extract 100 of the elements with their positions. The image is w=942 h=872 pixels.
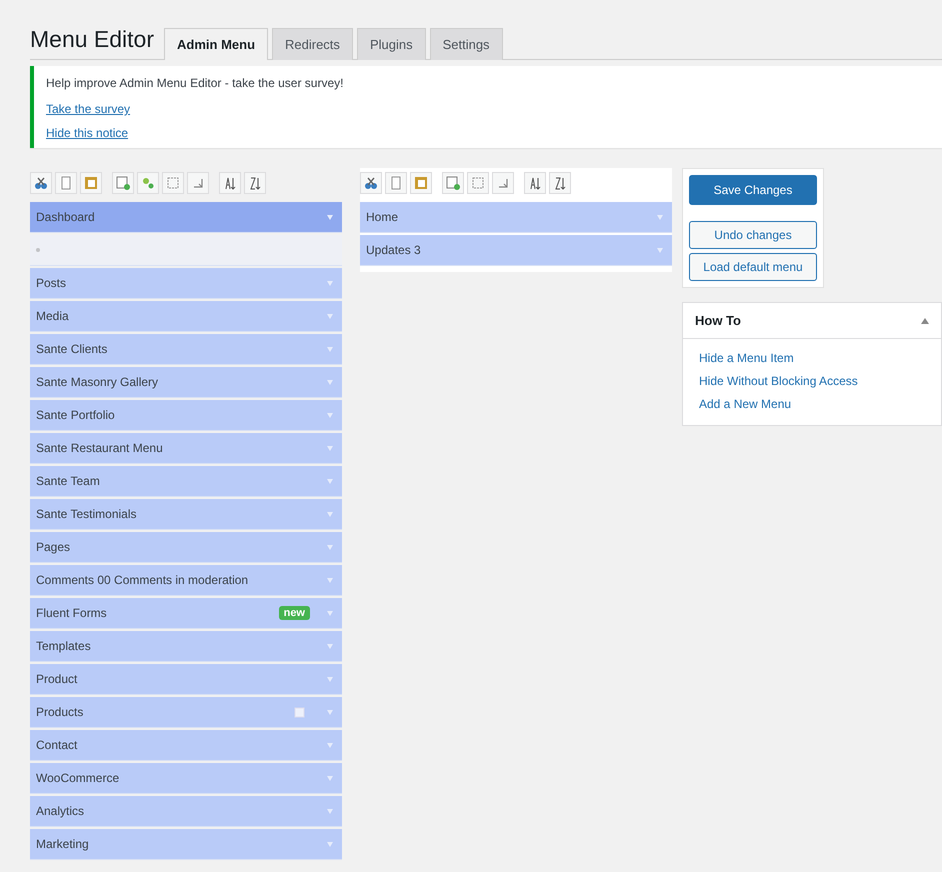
menu-item-label: Home <box>366 210 400 224</box>
load-default-button[interactable]: Load default menu <box>689 253 817 281</box>
notice-text: Help improve Admin Menu Editor - take the user survey! <box>46 76 344 90</box>
move-arrow-button[interactable] <box>492 172 514 194</box>
cut-icon <box>33 175 49 191</box>
expand-icon[interactable] <box>326 477 334 485</box>
menu-item-label: Sante Portfolio <box>36 408 116 422</box>
paste-button[interactable] <box>80 172 102 194</box>
expand-icon[interactable] <box>326 642 334 650</box>
expand-icon[interactable] <box>326 609 334 617</box>
expand-icon[interactable] <box>326 213 334 221</box>
menu-item-label: WooCommerce <box>36 771 120 785</box>
menu-item[interactable]: Marketing <box>30 829 342 860</box>
sort-descending-button[interactable] <box>244 172 266 194</box>
move-arrow-button[interactable] <box>187 172 209 194</box>
expand-icon[interactable] <box>326 576 334 584</box>
menu-item-label: Media <box>36 309 70 323</box>
notice-link[interactable]: Hide this notice <box>46 126 128 140</box>
tab[interactable]: Admin Menu <box>164 28 268 60</box>
copy-button[interactable] <box>385 172 407 194</box>
menu-item-label: Analytics <box>36 804 86 818</box>
menu-item-label: Marketing <box>36 837 90 851</box>
menu-item[interactable]: Media <box>30 301 342 332</box>
menu-item-label: Fluent Forms <box>36 606 108 620</box>
add-item-icon <box>115 175 131 191</box>
frame-button[interactable] <box>162 172 184 194</box>
expand-icon[interactable] <box>326 312 334 320</box>
expand-icon[interactable] <box>326 840 334 848</box>
cut-button[interactable] <box>360 172 382 194</box>
menu-item[interactable]: Comments 00 Comments in moderation <box>30 565 342 596</box>
menu-item-label: Sante Restaurant Menu <box>36 441 164 455</box>
expand-icon[interactable] <box>326 543 334 551</box>
paste-button[interactable] <box>410 172 432 194</box>
undo-button[interactable]: Undo changes <box>689 221 817 249</box>
menu-item-label: Pages <box>36 540 72 554</box>
menu-item-label: Sante Team <box>36 474 101 488</box>
menu-item[interactable]: Analytics <box>30 796 342 827</box>
menu-item[interactable]: Fluent Forms new <box>30 598 342 629</box>
menu-item[interactable]: Contact <box>30 730 342 761</box>
expand-icon[interactable] <box>326 279 334 287</box>
sort-descending-button[interactable] <box>549 172 571 194</box>
tab[interactable]: Settings <box>430 28 503 60</box>
submenu-item[interactable]: Home <box>360 202 672 233</box>
save-changes-button[interactable]: Save Changes <box>689 175 817 205</box>
expand-icon[interactable] <box>326 378 334 386</box>
how-to-link[interactable]: Hide Without Blocking Access <box>699 374 858 388</box>
menu-item[interactable]: Posts <box>30 268 342 299</box>
expand-icon[interactable] <box>326 774 334 782</box>
menu-item[interactable]: WooCommerce <box>30 763 342 794</box>
expand-icon[interactable] <box>326 345 334 353</box>
how-to-link[interactable]: Add a New Menu <box>699 397 792 411</box>
menu-item-label: Templates <box>36 639 92 653</box>
how-to-link[interactable]: Hide a Menu Item <box>699 351 794 365</box>
expand-icon[interactable] <box>656 213 664 221</box>
separator-row[interactable] <box>30 235 342 266</box>
menu-item-label: Sante Masonry Gallery <box>36 375 160 389</box>
add-item-button[interactable] <box>442 172 464 194</box>
menu-item[interactable]: Sante Restaurant Menu <box>30 433 342 464</box>
new-badge: new <box>278 606 310 620</box>
tab[interactable]: Plugins <box>356 28 426 60</box>
expand-icon[interactable] <box>326 807 334 815</box>
sort-ascending-button[interactable] <box>219 172 241 194</box>
copy-button[interactable] <box>55 172 77 194</box>
notice-link[interactable]: Take the survey <box>46 102 130 116</box>
menu-item-label: Comments 00 Comments in moderation <box>36 573 250 587</box>
add-item-icon <box>445 175 461 191</box>
menu-item[interactable]: Products <box>30 697 342 728</box>
submenu-item[interactable]: Updates 3 <box>360 235 672 266</box>
sort-ascending-button[interactable] <box>524 172 546 194</box>
expand-icon[interactable] <box>326 444 334 452</box>
menu-item[interactable]: Sante Masonry Gallery <box>30 367 342 398</box>
menu-item-label: Updates 3 <box>366 243 422 257</box>
page-title: Menu Editor <box>30 26 154 53</box>
frame-button[interactable] <box>467 172 489 194</box>
tab[interactable]: Redirects <box>272 28 353 60</box>
expand-icon[interactable] <box>326 741 334 749</box>
menu-item[interactable]: Sante Testimonials <box>30 499 342 530</box>
expand-icon[interactable] <box>326 411 334 419</box>
menu-item-label: Posts <box>36 276 68 290</box>
menu-item[interactable]: Sante Team <box>30 466 342 497</box>
menu-item[interactable]: Templates <box>30 631 342 662</box>
frame-icon <box>470 175 486 191</box>
expand-icon[interactable] <box>326 675 334 683</box>
menu-item-label: Dashboard <box>36 210 96 224</box>
menu-item-label: Contact <box>36 738 78 752</box>
collapse-icon[interactable] <box>921 318 929 324</box>
paste-icon <box>413 175 429 191</box>
how-to-title: How To <box>695 313 741 328</box>
menu-item[interactable]: Sante Clients <box>30 334 342 365</box>
menu-item[interactable]: Sante Portfolio <box>30 400 342 431</box>
menu-item-label: Sante Clients <box>36 342 108 356</box>
expand-icon[interactable] <box>326 510 334 518</box>
menu-item[interactable]: Product <box>30 664 342 695</box>
add-item-button[interactable] <box>112 172 134 194</box>
menu-item[interactable]: Pages <box>30 532 342 563</box>
cut-button[interactable] <box>30 172 52 194</box>
frame-icon <box>165 175 181 191</box>
expand-icon[interactable] <box>326 708 334 716</box>
menu-item[interactable]: Dashboard <box>30 202 342 233</box>
expand-icon[interactable] <box>656 246 664 254</box>
